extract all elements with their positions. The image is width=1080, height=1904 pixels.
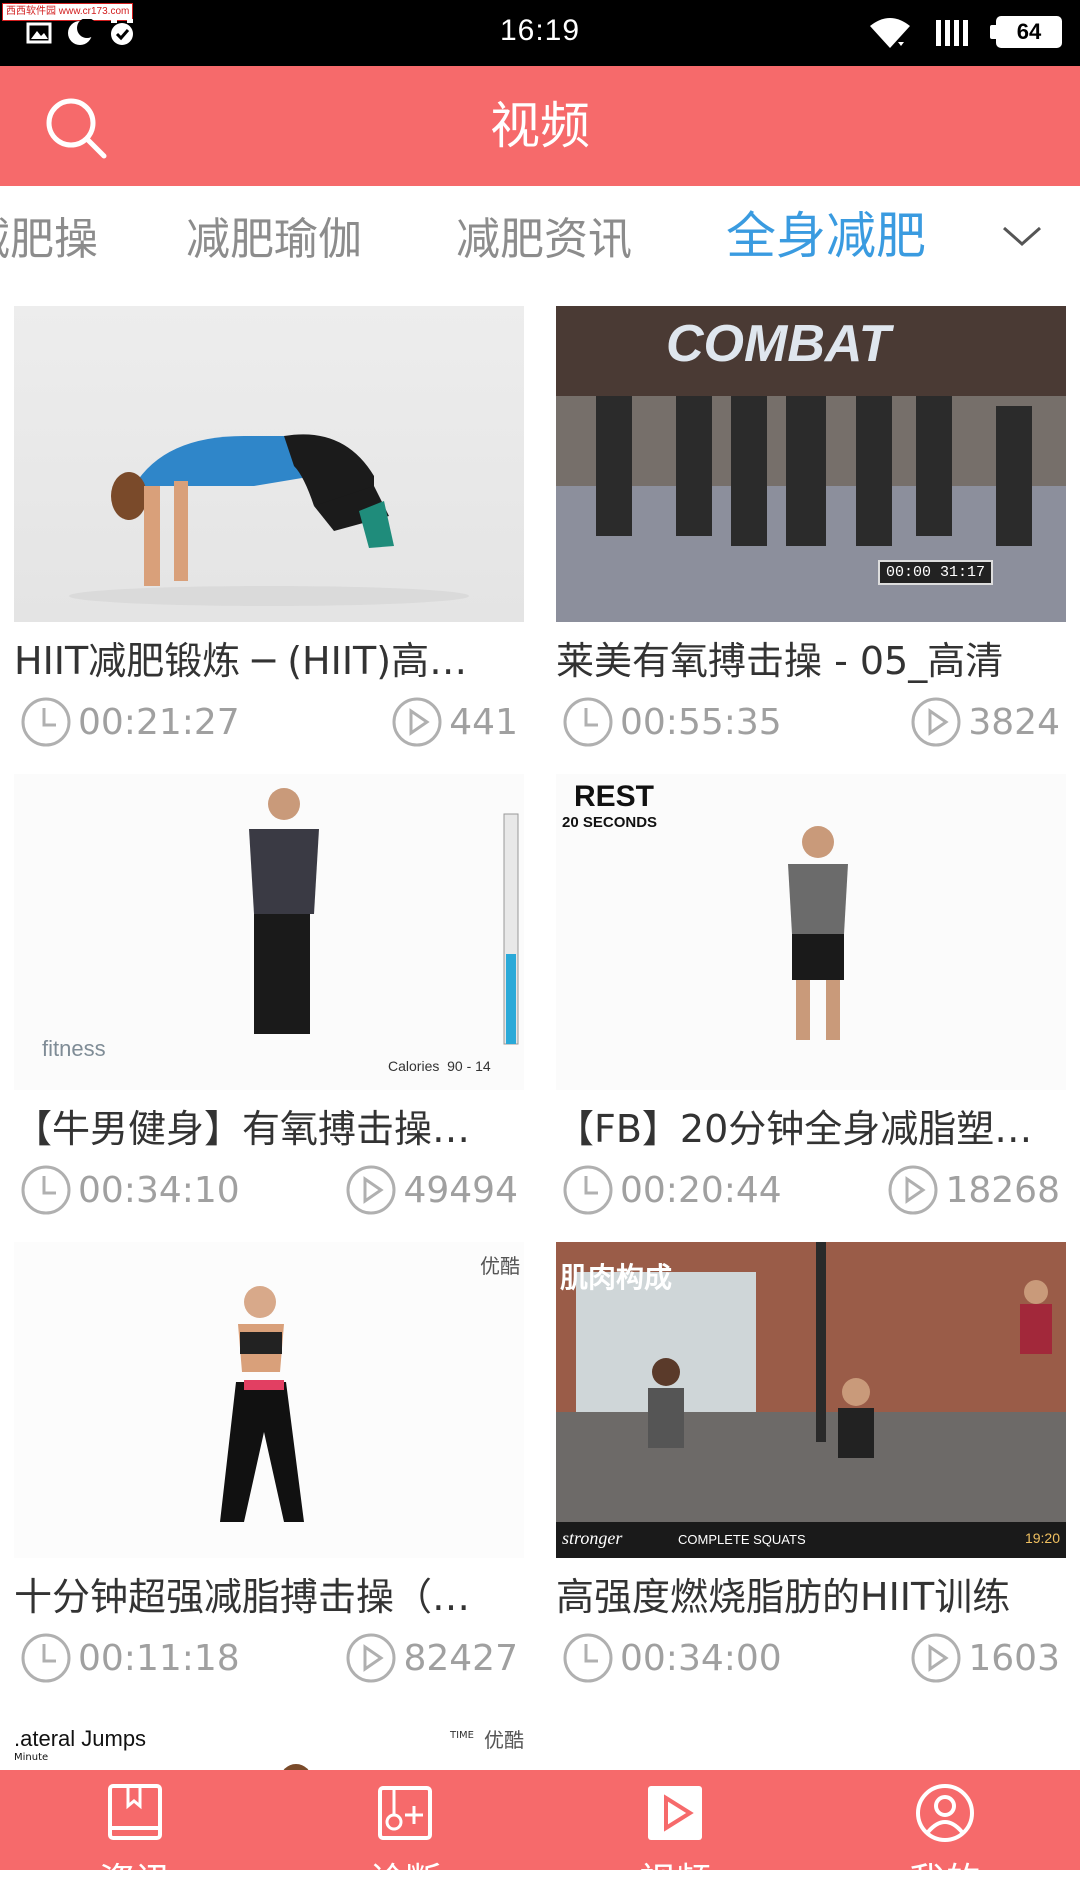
partial-thumbnail-label: .ateral Jumps <box>14 1726 147 1751</box>
play-count-icon <box>346 1165 396 1215</box>
video-title[interactable]: 【牛男健身】有氧搏击操… <box>14 1104 524 1154</box>
video-play-count: 82427 <box>403 1637 518 1679</box>
clock-icon <box>21 1633 71 1683</box>
play-count-icon <box>911 1633 961 1683</box>
video-title[interactable]: 十分钟超强减脂搏击操（… <box>14 1572 524 1622</box>
tab-jianfeizixun[interactable]: 减肥资讯 <box>456 212 632 268</box>
video-thumbnail[interactable]: REST 20 SECONDS <box>556 774 1066 1090</box>
video-duration: 00:34:10 <box>78 1169 240 1211</box>
video-title[interactable]: HIIT减肥锻炼 ─ (HIIT)高… <box>14 636 524 686</box>
video-thumbnail[interactable]: fitness Calories 90 - 14 <box>14 774 524 1090</box>
video-thumbnail[interactable]: 优酷 <box>14 1242 524 1558</box>
video-thumbnail[interactable]: 肌肉构成 stronger COMPLETE SQUATS 19:20 <box>556 1242 1066 1558</box>
video-meta: 00:20:44 18268 <box>556 1164 1066 1220</box>
signal-icon <box>936 20 968 46</box>
clock-icon <box>563 1165 613 1215</box>
video-title[interactable]: 【FB】20分钟全身减脂塑… <box>556 1104 1066 1154</box>
play-count-icon <box>346 1633 396 1683</box>
user-icon <box>916 1784 974 1842</box>
partial-thumbnail-sub: Minute <box>14 1752 49 1763</box>
category-tabs: 减肥操 减肥瑜伽 减肥资讯 全身减肥 <box>0 186 1080 294</box>
thumbnail-logo-text: fitness <box>42 1036 106 1061</box>
nav-label: 我的 <box>908 1861 981 1902</box>
video-duration: 00:55:35 <box>620 701 782 743</box>
bottom-nav: 资讯 诊断 视频 我的 <box>0 1770 1080 1902</box>
clock-icon <box>21 697 71 747</box>
thumbnail-caption: COMPLETE SQUATS <box>678 1532 806 1547</box>
video-meta: 00:11:18 82427 <box>14 1632 524 1688</box>
partial-thumbnail-watermark: 优酷 <box>484 1728 524 1752</box>
tab-quanshenjianfei[interactable]: 全身减肥 <box>726 208 926 264</box>
tab-jianfeicao[interactable]: 减肥操 <box>0 212 98 268</box>
nav-label: 诊断 <box>368 1861 441 1902</box>
video-duration: 00:21:27 <box>78 701 240 743</box>
thumbnail-timestamp: 19:20 <box>1024 1530 1060 1546</box>
play-count-icon <box>392 697 442 747</box>
video-meta: 00:21:27 441 <box>14 696 524 752</box>
thumbnail-watermark: 优酷 <box>480 1254 520 1278</box>
video-duration: 00:11:18 <box>78 1637 240 1679</box>
play-count-icon <box>911 697 961 747</box>
video-thumbnail[interactable] <box>14 306 524 622</box>
video-play-count: 441 <box>449 701 518 743</box>
video-play-count: 49494 <box>403 1169 518 1211</box>
thumbnail-timestamp: 00:00 31:17 <box>878 560 994 585</box>
video-play-count: 18268 <box>945 1169 1060 1211</box>
nav-item-news[interactable]: 资讯 <box>0 1770 270 1902</box>
book-icon <box>108 1784 162 1840</box>
video-icon <box>648 1786 702 1840</box>
video-meta: 00:55:35 3824 <box>556 696 1066 752</box>
thumbnail-overlay-text: COMBAT <box>666 315 891 373</box>
partial-thumbnail-corner: TIME <box>450 1730 475 1741</box>
thumbnail-brand-text: stronger <box>562 1528 623 1548</box>
status-bar: 西西软件园 www.cr173.com 16:19 64 <box>0 0 1080 66</box>
clock-icon <box>563 1633 613 1683</box>
thumbnail-calories: Calories 90 - 14 <box>388 1058 491 1074</box>
video-meta: 00:34:00 1603 <box>556 1632 1066 1688</box>
nav-label: 资讯 <box>98 1861 171 1902</box>
video-title[interactable]: 高强度燃烧脂肪的HIIT训练 <box>556 1572 1066 1622</box>
thumbnail-seconds-text: 20 SECONDS <box>562 814 658 831</box>
video-duration: 00:20:44 <box>620 1169 782 1211</box>
nav-item-video[interactable]: 视频 <box>540 1770 810 1902</box>
clock-icon <box>563 697 613 747</box>
play-count-icon <box>888 1165 938 1215</box>
video-meta: 00:34:10 49494 <box>14 1164 524 1220</box>
video-thumbnail[interactable]: COMBAT 00:00 31:17 <box>556 306 1066 622</box>
tab-jianfeiyujia[interactable]: 减肥瑜伽 <box>186 212 362 268</box>
wifi-icon <box>870 18 910 48</box>
thumbnail-rest-text: REST <box>574 780 655 813</box>
page-title: 视频 <box>490 97 590 155</box>
clock-icon <box>21 1165 71 1215</box>
video-play-count: 3824 <box>968 701 1060 743</box>
chevron-down-icon[interactable] <box>1000 214 1044 258</box>
diagnosis-icon <box>378 1786 432 1840</box>
nav-item-diagnosis[interactable]: 诊断 <box>270 1770 540 1902</box>
nav-item-profile[interactable]: 我的 <box>810 1770 1080 1902</box>
thumbnail-overlay-text: 肌肉构成 <box>560 1261 673 1294</box>
battery-icon: 64 <box>990 16 1062 48</box>
video-play-count: 1603 <box>968 1637 1060 1679</box>
video-duration: 00:34:00 <box>620 1637 782 1679</box>
nav-label: 视频 <box>638 1861 711 1902</box>
app-header: 视频 <box>0 66 1080 186</box>
video-title[interactable]: 莱美有氧搏击操 - 05_高清 <box>556 636 1066 686</box>
